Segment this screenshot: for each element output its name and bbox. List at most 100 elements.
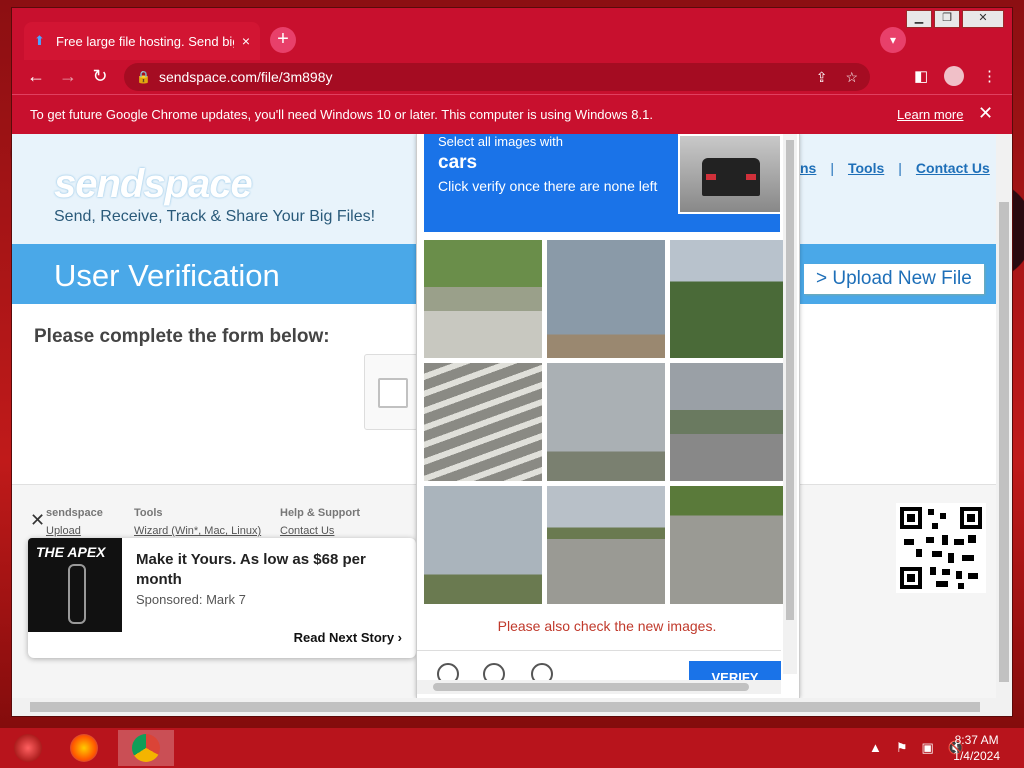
ad-close-icon[interactable]: ✕: [30, 510, 45, 531]
footer-link[interactable]: Wizard (Win*, Mac, Linux): [134, 525, 261, 537]
ad-image[interactable]: THE APEX: [28, 538, 122, 632]
chrome-icon: [132, 734, 160, 762]
update-infobar: To get future Google Chrome updates, you…: [12, 94, 1012, 135]
forward-button[interactable]: →: [56, 66, 80, 87]
nav-separator: |: [898, 160, 902, 176]
scroll-thumb[interactable]: [30, 702, 980, 712]
maximize-button[interactable]: ❐: [934, 10, 960, 28]
page-title: User Verification: [54, 258, 280, 293]
captcha-tile-9[interactable]: [670, 486, 788, 604]
tab-active[interactable]: ⬆ Free large file hosting. Send big f ×: [24, 22, 260, 60]
captcha-target: cars: [438, 152, 478, 173]
captcha-instruction: Select all images with: [438, 134, 563, 149]
firefox-icon: [70, 734, 98, 762]
upload-new-file-button[interactable]: > Upload New File: [804, 264, 984, 294]
share-icon[interactable]: ⇪: [816, 69, 828, 86]
captcha-tile-4[interactable]: [424, 363, 542, 481]
footer-col-sendspace: sendspace Upload: [46, 507, 103, 537]
captcha-vertical-scrollbar[interactable]: [783, 134, 797, 674]
url-text[interactable]: sendspace.com/file/3m898y: [159, 69, 798, 85]
page-vertical-scrollbar[interactable]: [996, 134, 1012, 698]
footer-heading: Help & Support: [280, 507, 361, 519]
footer-link[interactable]: Contact Us: [280, 525, 360, 537]
profile-avatar-icon[interactable]: [944, 66, 964, 86]
start-icon: [14, 734, 42, 762]
nav-item-partial[interactable]: ns: [800, 160, 816, 176]
captcha-tile-1[interactable]: [424, 240, 542, 358]
minimize-button[interactable]: ▁: [906, 10, 932, 28]
network-icon[interactable]: ▣: [922, 740, 934, 756]
captcha-tile-3[interactable]: [670, 240, 788, 358]
new-tab-button[interactable]: +: [270, 27, 296, 53]
product-image-icon: [68, 564, 86, 624]
reload-button[interactable]: ↻: [88, 66, 112, 87]
tab-search-chevron-icon[interactable]: ▾: [880, 27, 906, 53]
taskbar-clock[interactable]: 8:37 AM 1/4/2024: [953, 732, 1000, 764]
scroll-thumb[interactable]: [786, 140, 794, 620]
page-viewport: sendspace Send, Receive, Track & Share Y…: [12, 134, 996, 698]
address-bar[interactable]: 🔒 sendspace.com/file/3m898y ⇪ ☆: [124, 63, 870, 91]
taskbar-chrome[interactable]: [118, 730, 174, 766]
chrome-menu-icon[interactable]: ⋮: [982, 67, 997, 85]
action-center-flag-icon[interactable]: ⚑: [896, 740, 908, 756]
footer-link[interactable]: Upload: [46, 525, 103, 537]
close-window-button[interactable]: ✕: [962, 10, 1004, 28]
captcha-subinstruction: Click verify once there are none left: [438, 178, 658, 194]
captcha-tile-5[interactable]: [547, 363, 665, 481]
car-icon: [702, 158, 760, 196]
footer-heading: sendspace: [46, 507, 103, 519]
clock-date: 1/4/2024: [953, 749, 1000, 763]
top-nav: ns | Tools | Contact Us: [800, 160, 990, 176]
captcha-header: Select all images with cars Click verify…: [424, 134, 782, 232]
ad-sponsor: Sponsored: Mark 7: [136, 592, 246, 607]
sendspace-logo[interactable]: sendspace: [54, 162, 253, 207]
infobar-message: To get future Google Chrome updates, you…: [30, 107, 653, 122]
captcha-tile-8[interactable]: [547, 486, 665, 604]
infobar-close-icon[interactable]: ✕: [978, 103, 993, 124]
footer-col-help: Help & Support Contact Us: [280, 507, 360, 537]
nav-separator: |: [830, 160, 834, 176]
start-button[interactable]: [0, 730, 56, 766]
image-captcha-challenge: Select all images with cars Click verify…: [416, 134, 800, 698]
taskbar-firefox[interactable]: [56, 730, 112, 766]
nav-item-tools[interactable]: Tools: [848, 160, 884, 176]
captcha-tile-7[interactable]: [424, 486, 542, 604]
recaptcha-box: [364, 354, 418, 430]
title-bar: ⬆ Free large file hosting. Send big f × …: [12, 8, 1012, 60]
tray-expand-icon[interactable]: ▲: [869, 740, 882, 756]
captcha-tile-6[interactable]: [670, 363, 788, 481]
scroll-thumb[interactable]: [999, 202, 1009, 682]
learn-more-link[interactable]: Learn more: [897, 107, 963, 122]
tab-close-icon[interactable]: ×: [242, 33, 250, 49]
ad-brand-text: THE APEX: [36, 544, 106, 560]
clock-time: 8:37 AM: [954, 733, 999, 747]
captcha-warning: Please also check the new images.: [497, 618, 717, 634]
lock-icon[interactable]: 🔒: [136, 70, 151, 84]
tab-title: Free large file hosting. Send big f: [56, 33, 234, 49]
form-prompt: Please complete the form below:: [34, 326, 330, 347]
back-button[interactable]: ←: [24, 66, 48, 87]
upload-favicon-icon: ⬆: [34, 33, 45, 48]
browser-window: ⬆ Free large file hosting. Send big f × …: [12, 8, 1012, 716]
site-tagline: Send, Receive, Track & Share Your Big Fi…: [54, 208, 376, 225]
sponsored-ad[interactable]: THE APEX Make it Yours. As low as $68 pe…: [28, 538, 416, 658]
window-controls: ▁ ❐ ✕: [906, 10, 1004, 28]
bookmark-star-icon[interactable]: ☆: [845, 69, 858, 86]
footer-col-tools: Tools Wizard (Win*, Mac, Linux): [134, 507, 261, 537]
side-panel-icon[interactable]: ◧: [914, 67, 928, 85]
scroll-thumb[interactable]: [433, 683, 749, 691]
captcha-sample-image: [678, 134, 782, 214]
system-tray: ▲ ⚑ ▣ 🔇: [869, 740, 964, 756]
taskbar: ▲ ⚑ ▣ 🔇 8:37 AM 1/4/2024: [0, 728, 1024, 768]
qr-code: [896, 503, 986, 593]
read-next-story-link[interactable]: Read Next Story ›: [294, 630, 402, 645]
captcha-tile-2[interactable]: [547, 240, 665, 358]
browser-toolbar: ← → ↻ 🔒 sendspace.com/file/3m898y ⇪ ☆ ◧ …: [12, 60, 1012, 94]
recaptcha-checkbox[interactable]: [378, 378, 408, 408]
captcha-horizontal-scrollbar[interactable]: [417, 680, 781, 694]
page-horizontal-scrollbar[interactable]: [12, 698, 1012, 716]
captcha-grid: [424, 240, 788, 606]
footer-heading: Tools: [134, 507, 163, 519]
ad-title[interactable]: Make it Yours. As low as $68 per month: [136, 550, 406, 590]
nav-item-contact[interactable]: Contact Us: [916, 160, 990, 176]
